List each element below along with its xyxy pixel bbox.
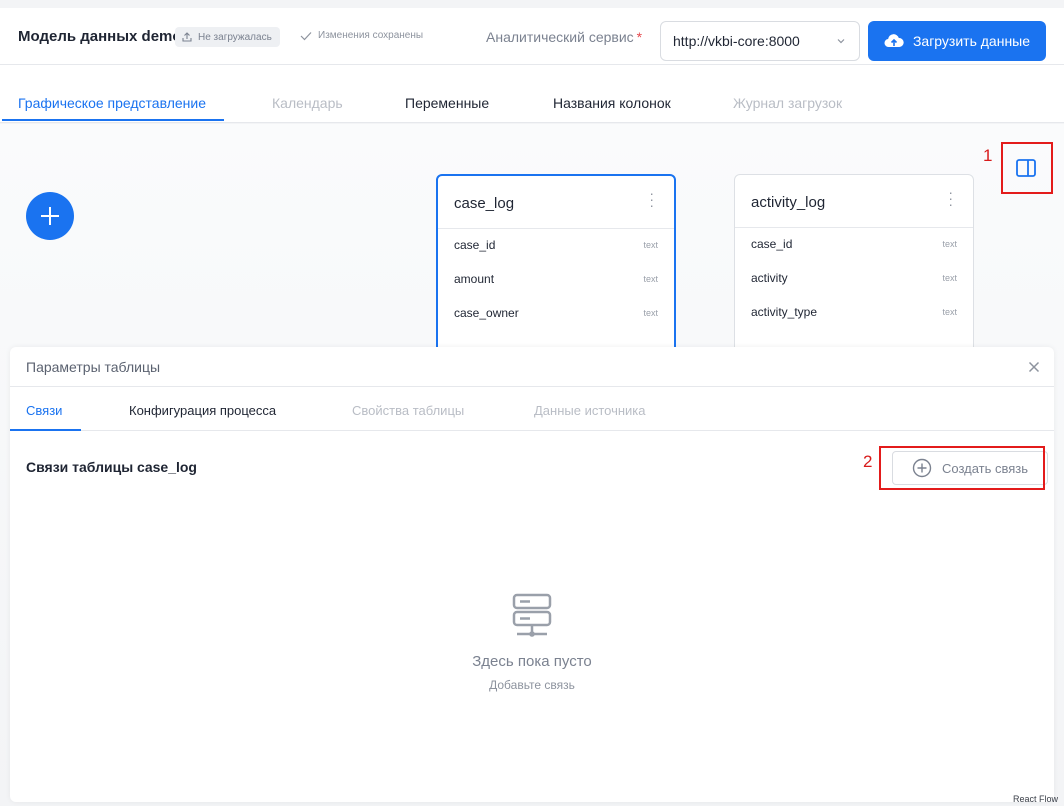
service-select[interactable]: http://vkbi-core:8000 bbox=[660, 21, 860, 61]
column-type: text bbox=[942, 307, 957, 317]
node-header: activity_log · · · bbox=[735, 175, 973, 228]
column-type: text bbox=[643, 274, 658, 284]
tab-variables[interactable]: Переменные bbox=[405, 95, 489, 111]
required-mark: * bbox=[636, 29, 643, 45]
annotation-number-1: 1 bbox=[983, 146, 993, 165]
node-menu-icon[interactable]: · · · bbox=[948, 185, 953, 211]
column-name: amount bbox=[454, 272, 495, 286]
column-type: text bbox=[643, 308, 658, 318]
table-params-panel: Параметры таблицы Связи Конфигурация про… bbox=[10, 347, 1054, 802]
tab-load-log[interactable]: Журнал загрузок bbox=[733, 95, 842, 111]
load-status-badge: Не загружалась bbox=[175, 27, 280, 47]
side-panel-icon bbox=[1016, 159, 1036, 177]
column-name: case_id bbox=[751, 237, 793, 251]
server-icon bbox=[512, 593, 552, 637]
cloud-upload-icon bbox=[884, 34, 904, 47]
service-label: Аналитический сервис * bbox=[486, 29, 642, 45]
table-row: case_owner text bbox=[438, 297, 674, 331]
relations-title: Связи таблицы case_log bbox=[26, 459, 197, 475]
empty-title: Здесь пока пусто bbox=[472, 653, 592, 670]
tab-relations[interactable]: Связи bbox=[26, 403, 62, 418]
column-type: text bbox=[643, 240, 658, 250]
empty-subtitle: Добавьте связь bbox=[489, 678, 575, 692]
node-title: case_log bbox=[454, 195, 515, 212]
chevron-down-icon bbox=[837, 39, 845, 44]
tab-calendar[interactable]: Календарь bbox=[272, 95, 343, 111]
table-row: case_id text bbox=[438, 229, 674, 263]
tab-column-names[interactable]: Названия колонок bbox=[553, 95, 671, 111]
tab-process-config[interactable]: Конфигурация процесса bbox=[129, 403, 276, 418]
upload-status-icon bbox=[182, 32, 192, 42]
panel-title: Параметры таблицы bbox=[26, 359, 161, 375]
table-node-case-log[interactable]: case_log · · · case_id text amount text case… bbox=[436, 174, 676, 374]
tab-source-data[interactable]: Данные источника bbox=[534, 403, 646, 418]
column-type: text bbox=[942, 273, 957, 283]
node-header: case_log · · · bbox=[438, 176, 674, 229]
service-select-value: http://vkbi-core:8000 bbox=[673, 33, 800, 49]
column-type: text bbox=[942, 239, 957, 249]
panel-tabs: Связи Конфигурация процесса Свойства таб… bbox=[10, 387, 1054, 431]
table-node-activity-log[interactable]: activity_log · · · case_id text activity tex… bbox=[734, 174, 974, 374]
add-table-button[interactable] bbox=[26, 192, 74, 240]
upload-data-label: Загрузить данные bbox=[912, 33, 1031, 49]
plus-icon bbox=[41, 207, 59, 225]
top-bar: Модель данных demo Не загружалась Измене… bbox=[0, 8, 1064, 65]
close-icon bbox=[1028, 361, 1040, 373]
table-row: activity text bbox=[735, 262, 973, 296]
panel-header: Параметры таблицы bbox=[10, 347, 1054, 387]
upload-data-button[interactable]: Загрузить данные bbox=[868, 21, 1046, 61]
load-status-text: Не загружалась bbox=[198, 31, 272, 43]
active-tab-indicator bbox=[2, 119, 224, 121]
annotation-number-2: 2 bbox=[863, 452, 873, 471]
active-subtab-indicator bbox=[10, 429, 81, 431]
saved-status: Изменения сохранены bbox=[300, 30, 423, 41]
table-row: activity_type text bbox=[735, 296, 973, 330]
react-flow-attribution[interactable]: React Flow bbox=[1013, 794, 1058, 804]
table-row: case_id text bbox=[735, 228, 973, 262]
annotation-highlight-2 bbox=[879, 446, 1045, 490]
saved-status-text: Изменения сохранены bbox=[318, 30, 424, 41]
node-menu-icon[interactable]: · · · bbox=[649, 186, 654, 212]
column-name: case_id bbox=[454, 238, 496, 252]
toggle-side-panel-button[interactable] bbox=[1004, 146, 1048, 190]
node-title: activity_log bbox=[751, 194, 826, 211]
column-name: activity bbox=[751, 271, 788, 285]
column-name: activity_type bbox=[751, 305, 818, 319]
tab-table-properties[interactable]: Свойства таблицы bbox=[352, 403, 464, 418]
table-row: amount text bbox=[438, 263, 674, 297]
empty-state: Здесь пока пусто Добавьте связь bbox=[10, 593, 1054, 692]
service-label-text: Аналитический сервис bbox=[486, 29, 634, 45]
check-icon bbox=[300, 31, 312, 40]
column-name: case_owner bbox=[454, 306, 519, 320]
main-tabs: Графическое представление Календарь Пере… bbox=[0, 65, 1064, 123]
close-panel-button[interactable] bbox=[1026, 359, 1042, 375]
model-title: Модель данных demo bbox=[18, 28, 182, 45]
tab-graphical-view[interactable]: Графическое представление bbox=[18, 95, 206, 111]
